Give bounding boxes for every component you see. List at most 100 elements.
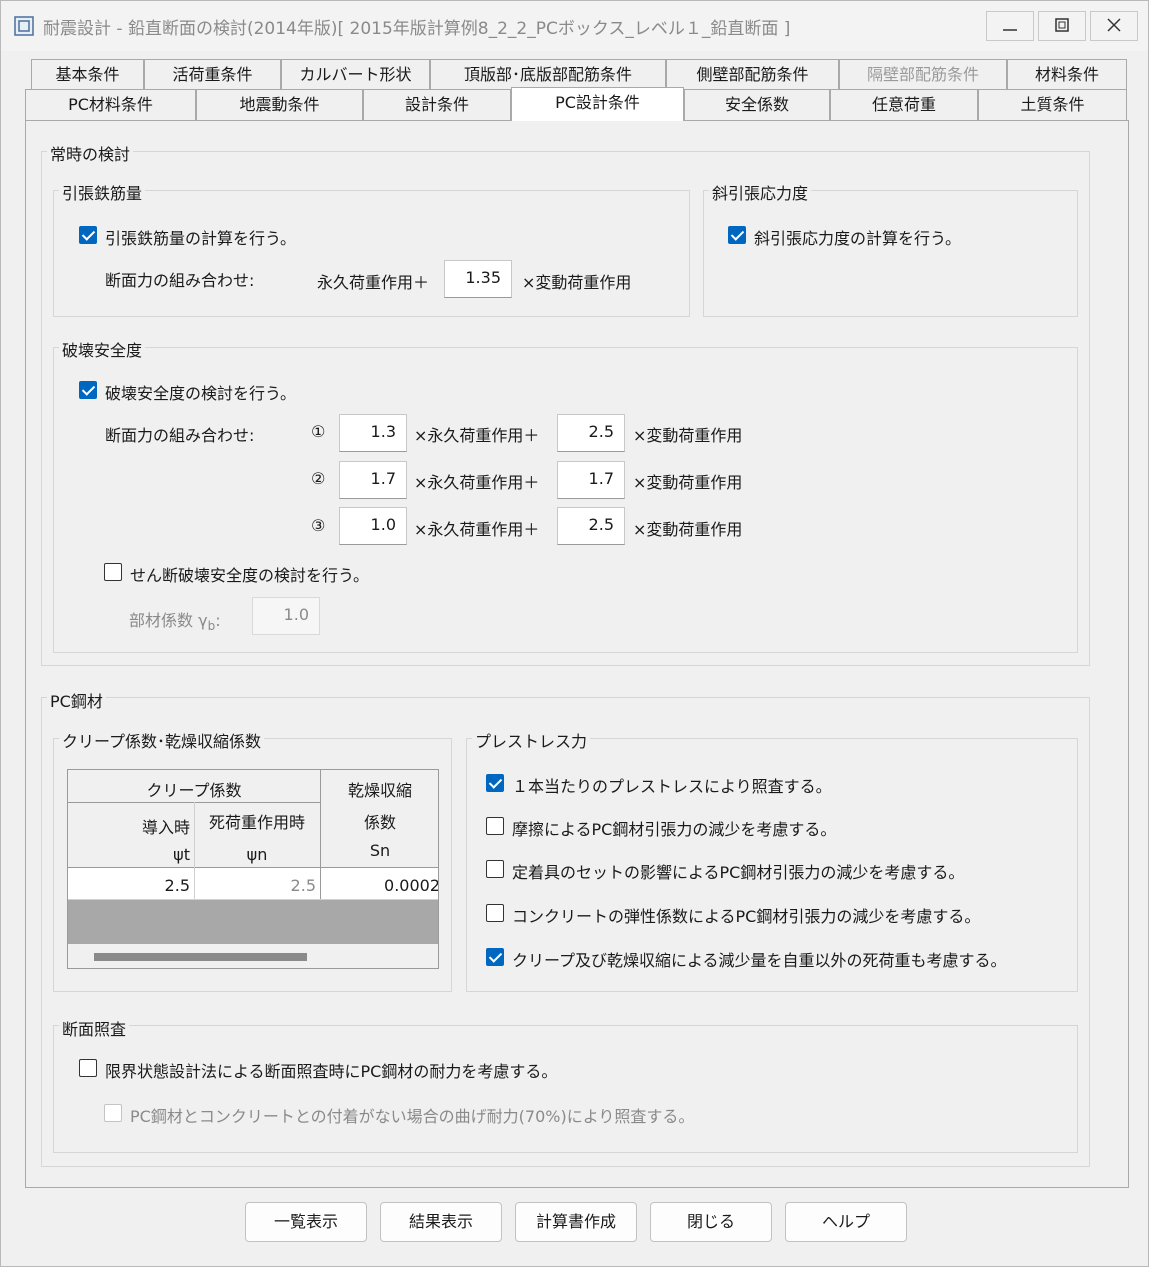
tab-seismic-motion-conditions[interactable]: 地震動条件: [196, 89, 363, 120]
group-creep-coefficients-label: クリープ係数･乾燥収縮係数: [59, 728, 265, 752]
limit-state-pc-capacity-label: 限界状態設計法による断面照査時にPC鋼材の耐力を考慮する。: [105, 1062, 558, 1081]
shear-failure-checkbox[interactable]: [104, 563, 122, 581]
minimize-button[interactable]: [986, 11, 1034, 41]
minimize-icon: [1003, 29, 1017, 31]
combo-row-1-variable-input[interactable]: 2.5: [557, 414, 625, 452]
close-button[interactable]: 閉じる: [650, 1202, 772, 1242]
group-failure-safety-label: 破壊安全度: [59, 337, 146, 361]
grid-symbol-sn: Sn: [369, 841, 391, 860]
friction-loss-checkbox[interactable]: [486, 817, 504, 835]
grid-symbol-psi-n: ψn: [246, 845, 268, 864]
dialog-window: 耐震設計 - 鉛直断面の検討(2014年版)[ 2015年版計算例8_2_2_P…: [0, 0, 1149, 1267]
combo-row-2-variable-input[interactable]: 1.7: [557, 461, 625, 499]
prestress-per-strand-checkbox[interactable]: [486, 774, 504, 792]
tab-safety-factors[interactable]: 安全係数: [684, 89, 830, 120]
list-view-button[interactable]: 一覧表示: [245, 1202, 367, 1242]
failure-safety-checkbox-label: 破壊安全度の検討を行う。: [105, 384, 297, 403]
combo-row-3-mark: ③: [311, 516, 326, 535]
tab-soil-conditions[interactable]: 土質条件: [978, 89, 1127, 120]
group-normal-check-label: 常時の検討: [47, 141, 134, 165]
failure-safety-checkbox[interactable]: [79, 381, 97, 399]
grid-cell-psi-t[interactable]: 2.5: [68, 876, 190, 895]
title-bar: 耐震設計 - 鉛直断面の検討(2014年版)[ 2015年版計算例8_2_2_P…: [1, 1, 1148, 51]
group-diagonal-tension: [703, 190, 1078, 317]
combo-row-1-mark: ①: [311, 422, 326, 441]
grid-cell-psi-n: 2.5: [290, 876, 316, 895]
create-report-button[interactable]: 計算書作成: [515, 1202, 637, 1242]
grid-scrollbar-thumb[interactable]: [94, 953, 307, 961]
window-title: 耐震設計 - 鉛直断面の検討(2014年版)[ 2015年版計算例8_2_2_P…: [43, 19, 791, 39]
failure-combo-label: 断面力の組み合わせ:: [105, 426, 255, 445]
member-factor-input: 1.0: [252, 597, 320, 635]
elastic-shortening-label: コンクリートの弾性係数によるPC鋼材引張力の減少を考慮する。: [512, 907, 981, 926]
diagonal-tension-checkbox[interactable]: [728, 226, 746, 244]
combo-row-1-permanent-input[interactable]: 1.3: [339, 414, 407, 452]
help-button[interactable]: ヘルプ: [785, 1202, 907, 1242]
maximize-icon: [1055, 18, 1069, 32]
creep-shrink-dead-load-checkbox[interactable]: [486, 948, 504, 966]
group-pc-steel-label: PC鋼材: [47, 688, 106, 712]
close-icon: [1107, 18, 1121, 32]
grid-header-dry-shrink: 乾燥収縮: [347, 781, 412, 800]
unbonded-bending-label: PC鋼材とコンクリートとの付着がない場合の曲げ耐力(70%)により照査する。: [130, 1107, 695, 1126]
combo-row-1-permanent-text: ×永久荷重作用＋: [414, 426, 540, 445]
unbonded-bending-checkbox: [104, 1104, 122, 1122]
combo-row-2-variable-text: ×変動荷重作用: [633, 473, 743, 492]
close-window-button[interactable]: [1090, 11, 1138, 41]
limit-state-pc-capacity-checkbox[interactable]: [79, 1059, 97, 1077]
combo-row-3-permanent-text: ×永久荷重作用＋: [414, 520, 540, 539]
grid-empty-area: [68, 900, 438, 944]
combo-row-1-variable-text: ×変動荷重作用: [633, 426, 743, 445]
grid-cell-sn[interactable]: 0.0002: [324, 876, 438, 895]
app-icon: [14, 16, 34, 36]
maximize-button[interactable]: [1038, 11, 1086, 41]
combo-row-2-mark: ②: [311, 469, 326, 488]
combo-row-3-variable-input[interactable]: 2.5: [557, 507, 625, 545]
tab-live-load-conditions[interactable]: 活荷重条件: [144, 59, 281, 90]
group-diagonal-tension-label: 斜引張応力度: [709, 180, 812, 204]
creep-shrink-dead-load-label: クリープ及び乾燥収縮による減少量を自重以外の死荷重も考慮する。: [512, 951, 1007, 970]
anchorage-set-label: 定着具のセットの影響によるPC鋼材引張力の減少を考慮する。: [512, 863, 965, 882]
member-factor-symbol: γ: [198, 611, 208, 630]
diagonal-tension-checkbox-label: 斜引張応力度の計算を行う。: [754, 229, 962, 248]
tab-top-bottom-slab-rebar[interactable]: 頂版部･底版部配筋条件: [430, 59, 666, 90]
grid-header-creep: クリープ係数: [146, 781, 242, 800]
grid-header-dry-shrink-coef: 係数: [363, 813, 396, 832]
group-prestress-label: プレストレス力: [472, 728, 591, 752]
anchorage-set-checkbox[interactable]: [486, 860, 504, 878]
combo-row-3-variable-text: ×変動荷重作用: [633, 520, 743, 539]
tab-pc-material-conditions[interactable]: PC材料条件: [25, 89, 196, 120]
elastic-shortening-checkbox[interactable]: [486, 904, 504, 922]
tab-culvert-shape[interactable]: カルバート形状: [281, 59, 430, 90]
tab-design-conditions[interactable]: 設計条件: [363, 89, 511, 120]
grid-header-dead-load: 死荷重作用時: [208, 813, 305, 832]
group-tensile-rebar-label: 引張鉄筋量: [59, 180, 146, 204]
tensile-rebar-checkbox-label: 引張鉄筋量の計算を行う。: [105, 229, 297, 248]
result-view-button[interactable]: 結果表示: [380, 1202, 502, 1242]
tensile-permanent-load-text: 永久荷重作用＋: [317, 273, 430, 292]
shear-failure-checkbox-label: せん断破壊安全度の検討を行う。: [130, 566, 370, 585]
grid-header-introduction: 導入時: [141, 818, 190, 837]
friction-loss-label: 摩擦によるPC鋼材引張力の減少を考慮する。: [512, 820, 837, 839]
grid-line: [68, 867, 438, 868]
tab-arbitrary-load[interactable]: 任意荷重: [830, 89, 978, 120]
tab-partition-wall-rebar: 隔壁部配筋条件: [839, 59, 1007, 90]
member-factor-colon: :: [215, 611, 221, 630]
creep-grid: クリープ係数 乾燥収縮 係数 導入時 死荷重作用時 ψt ψn Sn 2.5 2…: [67, 769, 439, 969]
combo-row-2-permanent-input[interactable]: 1.7: [339, 461, 407, 499]
tensile-rebar-checkbox[interactable]: [79, 226, 97, 244]
tab-material-conditions[interactable]: 材料条件: [1007, 59, 1127, 90]
member-factor-label-text: 部材係数: [129, 611, 194, 630]
tab-side-wall-rebar[interactable]: 側壁部配筋条件: [666, 59, 839, 90]
tab-pc-design-conditions[interactable]: PC設計条件: [511, 87, 684, 121]
group-section-check-label: 断面照査: [59, 1016, 130, 1040]
grid-symbol-psi-t: ψt: [173, 845, 190, 864]
group-tensile-rebar: [53, 190, 690, 317]
tensile-combo-label: 断面力の組み合わせ:: [105, 271, 255, 290]
prestress-per-strand-label: １本当たりのプレストレスにより照査する。: [512, 777, 832, 796]
tensile-variable-load-text: ×変動荷重作用: [522, 273, 632, 292]
tab-basic-conditions[interactable]: 基本条件: [31, 59, 144, 90]
combo-row-3-permanent-input[interactable]: 1.0: [339, 507, 407, 545]
combo-row-2-permanent-text: ×永久荷重作用＋: [414, 473, 540, 492]
tensile-factor-input[interactable]: 1.35: [444, 260, 512, 298]
